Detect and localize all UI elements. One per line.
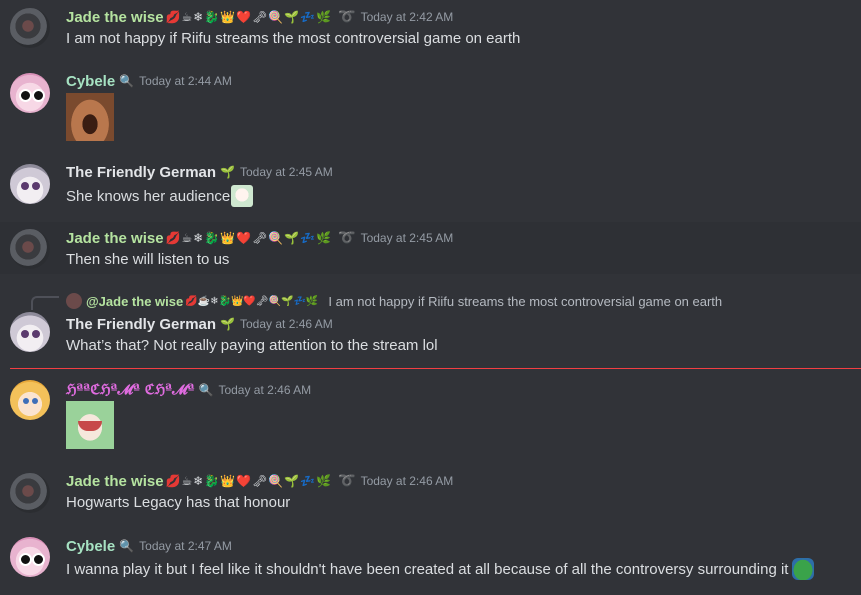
role-icon: ➰ (338, 473, 356, 489)
username[interactable]: Jade the wise (66, 230, 164, 247)
timestamp: Today at 2:45 AM (360, 231, 454, 245)
avatar[interactable] (10, 73, 50, 113)
message-text: She knows her audience (66, 187, 231, 205)
new-messages-divider (10, 368, 861, 369)
role-badges-icon: 💋☕❄🐉👑❤️🗝🍭🌱💤🌿 (165, 10, 333, 24)
username[interactable]: Jade the wise (66, 473, 164, 490)
message-text: I am not happy if Riifu streams the most… (66, 30, 521, 47)
magnifier-icon: 🔍 (119, 74, 136, 88)
avatar[interactable] (10, 380, 50, 420)
timestamp: Today at 2:46 AM (360, 474, 454, 488)
timestamp: Today at 2:47 AM (139, 539, 232, 553)
message-text: What’s that? Not really paying attention… (66, 337, 438, 354)
message: Jade the wise 💋☕❄🐉👑❤️🗝🍭🌱💤🌿 ➰ Today at 2:… (0, 466, 861, 528)
avatar[interactable] (10, 229, 50, 269)
timestamp: Today at 2:42 AM (360, 10, 454, 24)
message: Jade the wise 💋☕❄🐉👑❤️🗝🍭🌱💤🌿 ➰ Today at 2:… (0, 222, 861, 274)
anime-girl-image[interactable] (66, 401, 114, 449)
magnifier-icon: 🔍 (119, 539, 136, 553)
laughing-image[interactable] (66, 93, 114, 141)
username[interactable]: The Friendly German (66, 164, 216, 181)
pepe-emoji[interactable] (792, 558, 815, 580)
message-text: Hogwarts Legacy has that honour (66, 494, 291, 511)
avatar[interactable] (10, 8, 50, 48)
message-text: Then she will listen to us (66, 251, 230, 268)
timestamp: Today at 2:45 AM (240, 165, 333, 179)
message: Jade the wise 💋☕❄🐉👑❤️🗝🍭🌱💤🌿 ➰ Today at 2:… (0, 0, 861, 66)
username[interactable]: The Friendly German (66, 316, 216, 333)
message-content: I wanna play it but I feel like it shoul… (66, 558, 815, 580)
sprout-icon: 🌱 (220, 317, 236, 331)
role-badges-icon: 💋☕❄🐉👑❤️🗝🍭🌱💤🌿 (165, 474, 333, 488)
reply-text[interactable]: I am not happy if Riifu streams the most… (328, 294, 722, 309)
reply-avatar (66, 293, 82, 309)
message: Cybele 🔍 Today at 2:44 AM (0, 66, 861, 154)
username[interactable]: Jade the wise (66, 9, 164, 26)
avatar[interactable] (10, 473, 50, 513)
username[interactable]: Cybele (66, 73, 115, 90)
message-text: I wanna play it but I feel like it shoul… (66, 560, 789, 578)
reply-author[interactable]: @Jade the wise (86, 294, 183, 309)
message: The Friendly German 🌱 Today at 2:45 AM S… (0, 155, 861, 217)
role-icon: ➰ (338, 9, 356, 25)
reply-badges-icon: 💋☕❄🐉👑❤️🗝🍭🌱💤🌿 (185, 295, 319, 307)
role-icon: ➰ (338, 230, 356, 246)
message: Cybele 🔍 Today at 2:47 AM I wanna play i… (0, 531, 861, 595)
anime-face-emoji[interactable] (231, 185, 254, 207)
sprout-icon: 🌱 (220, 165, 236, 179)
role-badges-icon: 💋☕❄🐉👑❤️🗝🍭🌱💤🌿 (165, 231, 333, 245)
message-content: She knows her audience (66, 185, 254, 207)
message: The Friendly German 🌱 Today at 2:46 AM W… (0, 308, 861, 366)
timestamp: Today at 2:46 AM (218, 383, 312, 397)
username[interactable]: Cybele (66, 538, 115, 555)
avatar[interactable] (10, 312, 50, 352)
message: ℌªªℭℌª𝓜ª ℭℌª𝓜ª 🔍 Today at 2:46 AM (0, 372, 861, 460)
avatar[interactable] (10, 164, 50, 204)
timestamp: Today at 2:44 AM (139, 74, 232, 88)
username[interactable]: ℌªªℭℌª𝓜ª ℭℌª𝓜ª (66, 382, 195, 398)
avatar[interactable] (10, 537, 50, 577)
timestamp: Today at 2:46 AM (240, 317, 333, 331)
magnifier-icon: 🔍 (198, 383, 215, 397)
